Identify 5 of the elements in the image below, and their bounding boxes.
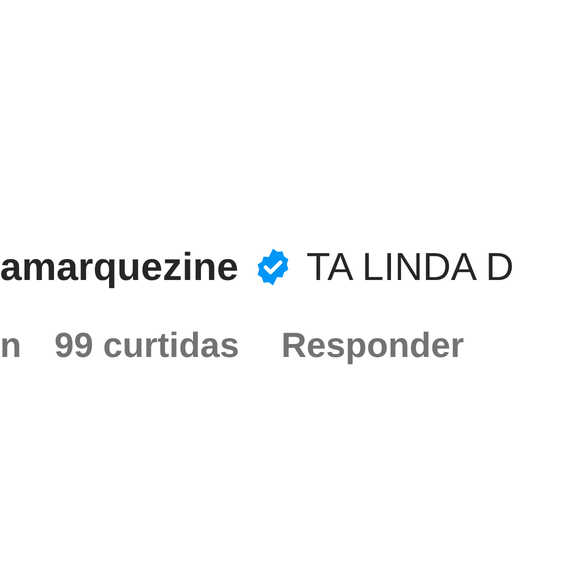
username[interactable]: amarquezine	[0, 248, 238, 286]
comment-time: n	[0, 328, 22, 363]
reply-link[interactable]: Responder	[281, 328, 464, 363]
comment-text: TA LINDA D	[306, 248, 514, 286]
likes-count[interactable]: 99 curtidas	[54, 328, 240, 363]
